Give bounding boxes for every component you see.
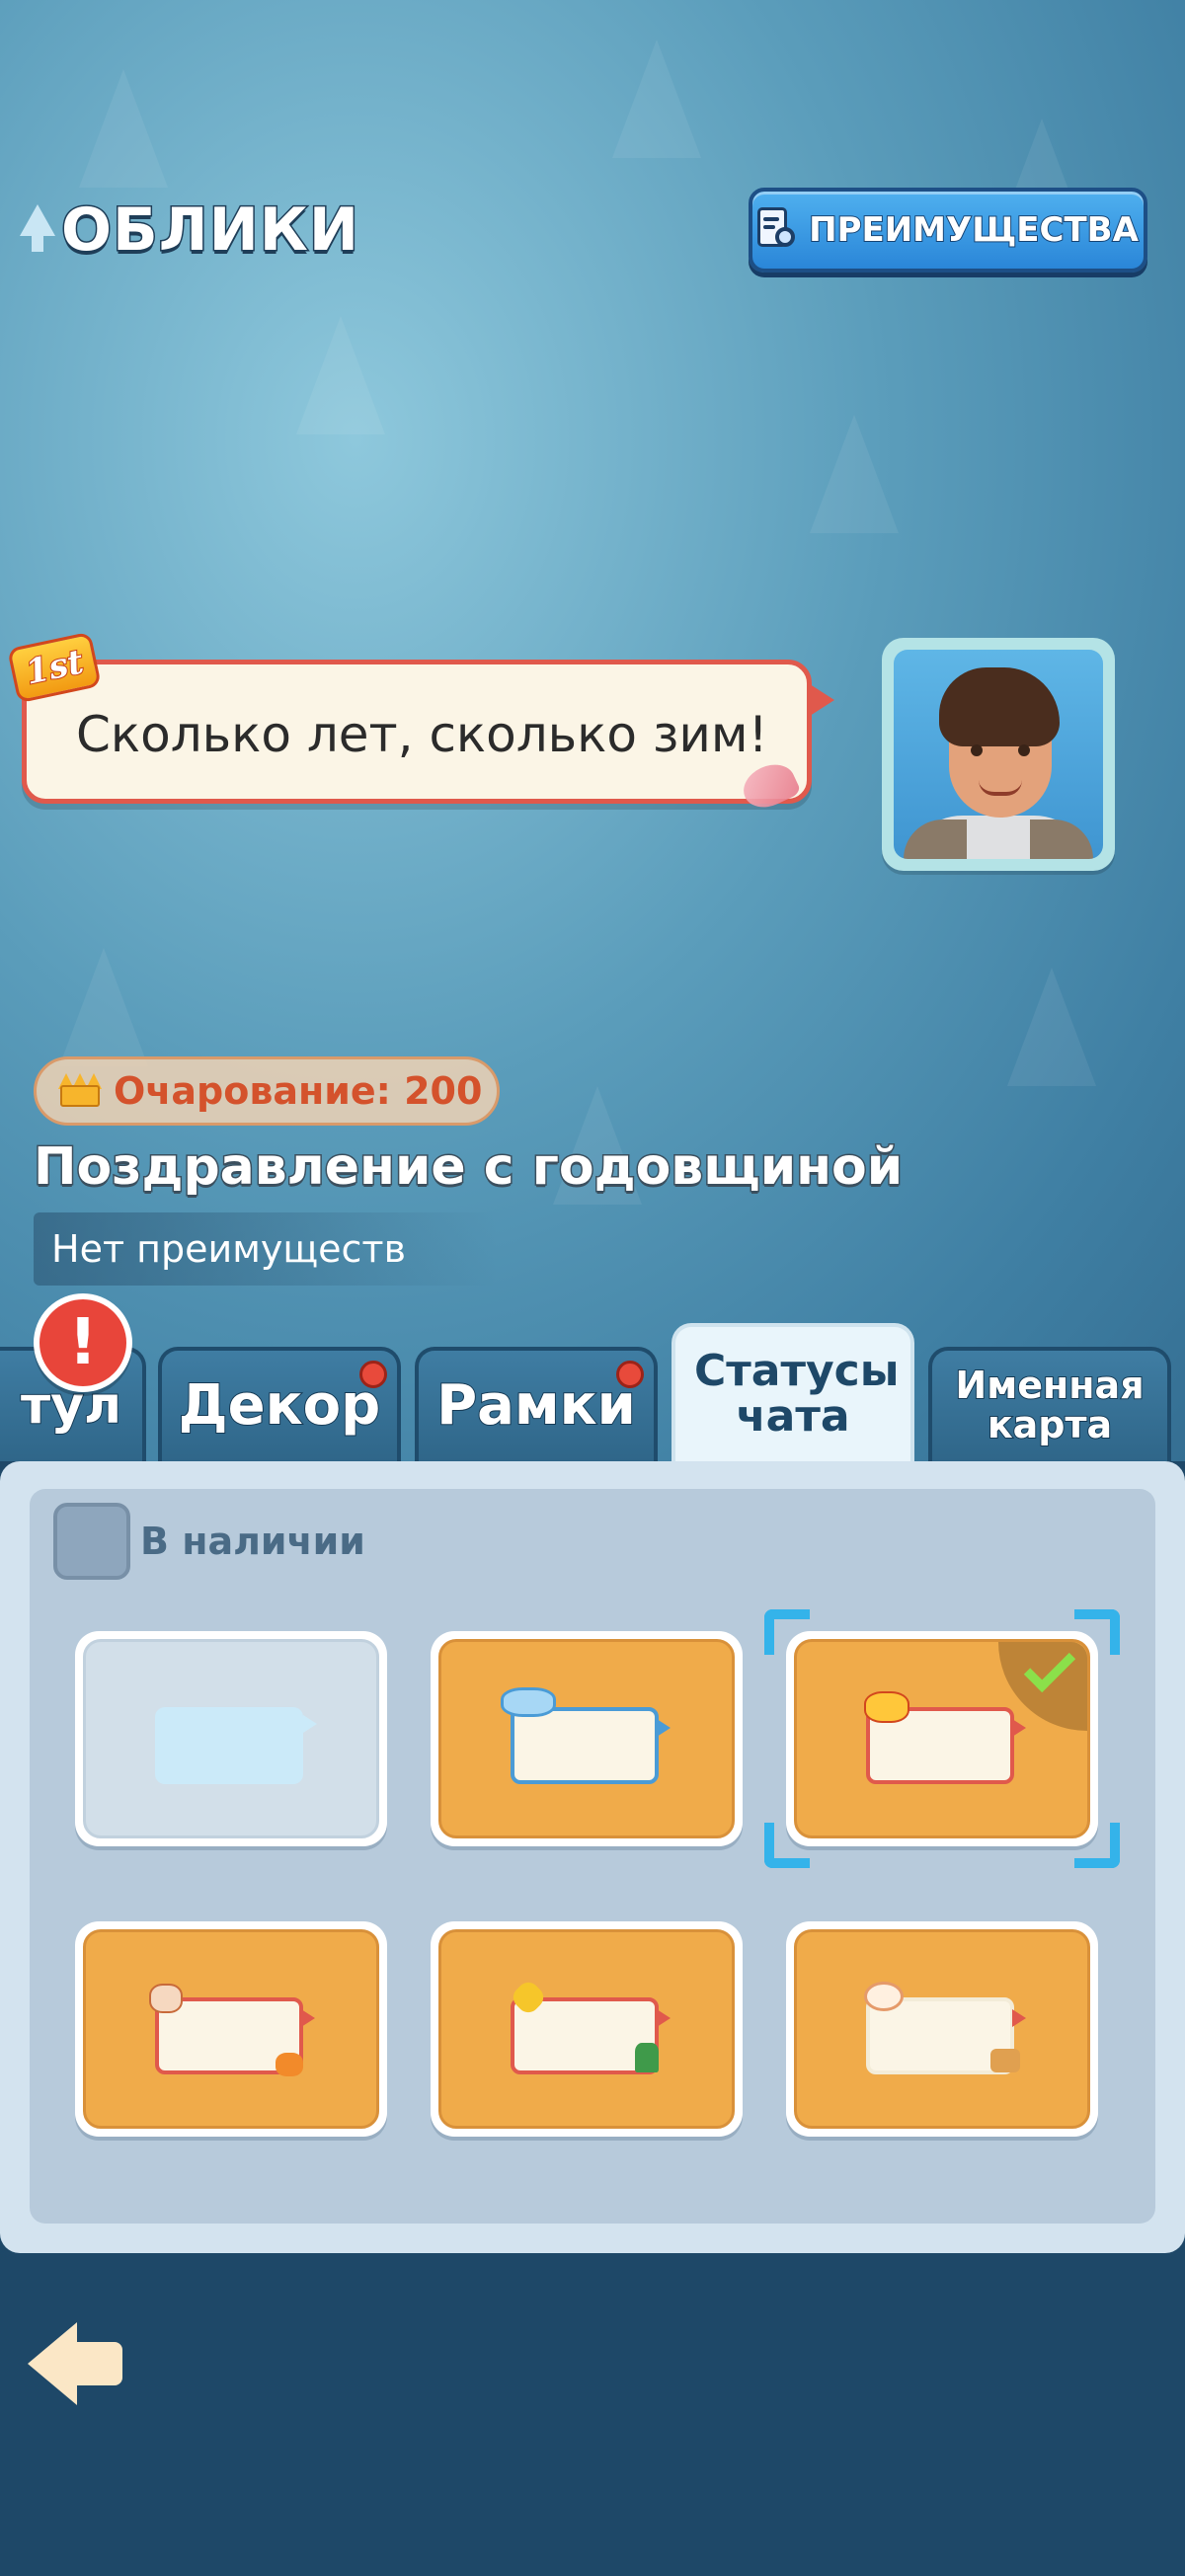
item-card-festive[interactable] bbox=[75, 1921, 387, 2137]
tree-icon bbox=[635, 2043, 659, 2072]
firecracker-icon bbox=[276, 2053, 303, 2076]
background-tree-icon bbox=[1007, 968, 1096, 1086]
item-card-picnic[interactable] bbox=[786, 1921, 1098, 2137]
sandwich-icon bbox=[990, 2049, 1020, 2072]
chat-bubble-text: Сколько лет, сколько зим! bbox=[76, 706, 768, 763]
tab-frames[interactable]: Рамки bbox=[415, 1347, 658, 1461]
category-tabs: тул Декор Рамки Статусы чата Именная кар… bbox=[0, 1323, 1185, 1461]
available-checkbox[interactable] bbox=[53, 1503, 130, 1580]
crown-icon bbox=[56, 1073, 104, 1109]
chat-bubble-icon bbox=[155, 1707, 317, 1784]
skin-name: Поздравление с годовщиной bbox=[32, 1136, 904, 1199]
items-grid-container: В наличии bbox=[30, 1489, 1155, 2224]
item-card-default[interactable] bbox=[75, 1631, 387, 1846]
perks-button-label: ПРЕИМУЩЕСТВА bbox=[808, 209, 1140, 251]
item-card-anniversary-selected[interactable] bbox=[764, 1609, 1120, 1868]
chat-bubble-icon bbox=[511, 1707, 671, 1784]
tab-name-card[interactable]: Именная карта bbox=[928, 1347, 1171, 1461]
back-arrow-icon bbox=[28, 2322, 77, 2405]
back-button[interactable] bbox=[28, 2322, 126, 2405]
ice-dragon-icon bbox=[501, 1687, 556, 1717]
available-label: В наличии bbox=[140, 1520, 365, 1563]
notification-dot bbox=[359, 1361, 387, 1388]
background-tree-icon bbox=[810, 415, 899, 533]
item-card-tree[interactable] bbox=[431, 1921, 743, 2137]
item-card-ice-dragon[interactable] bbox=[431, 1631, 743, 1846]
player-avatar bbox=[882, 638, 1115, 871]
lion-head-icon bbox=[149, 1984, 183, 2013]
background-tree-icon bbox=[612, 39, 701, 158]
tab-decor[interactable]: Декор bbox=[158, 1347, 401, 1461]
page-title: ОБЛИКИ bbox=[59, 195, 360, 267]
alert-badge-icon: ! bbox=[34, 1293, 132, 1392]
tree-icon bbox=[18, 204, 57, 256]
sun-hat-icon bbox=[864, 1982, 904, 2011]
first-place-badge-icon bbox=[864, 1691, 909, 1723]
perks-button[interactable]: ПРЕИМУЩЕСТВА bbox=[749, 188, 1147, 273]
page-title-group: ОБЛИКИ bbox=[18, 195, 360, 267]
items-panel: В наличии bbox=[0, 1461, 1185, 2253]
background-tree-icon bbox=[59, 948, 148, 1066]
selection-frame bbox=[764, 1609, 810, 1655]
charm-value: Очарование: 200 bbox=[114, 1069, 483, 1113]
chat-bubble-preview: Сколько лет, сколько зим! bbox=[22, 660, 834, 804]
skin-preview-scene: ОБЛИКИ ПРЕИМУЩЕСТВА Сколько лет, сколько… bbox=[0, 0, 1185, 1461]
document-search-icon bbox=[757, 207, 799, 253]
notification-dot bbox=[616, 1361, 644, 1388]
header: ОБЛИКИ ПРЕИМУЩЕСТВА bbox=[0, 168, 1185, 286]
perks-description: Нет преимуществ bbox=[34, 1212, 498, 1286]
charm-badge: Очарование: 200 bbox=[34, 1056, 500, 1126]
first-place-badge-icon: 1st bbox=[7, 631, 103, 704]
available-filter[interactable]: В наличии bbox=[53, 1503, 365, 1580]
tab-chat-statuses[interactable]: Статусы чата bbox=[672, 1323, 914, 1461]
background-tree-icon bbox=[296, 316, 385, 434]
